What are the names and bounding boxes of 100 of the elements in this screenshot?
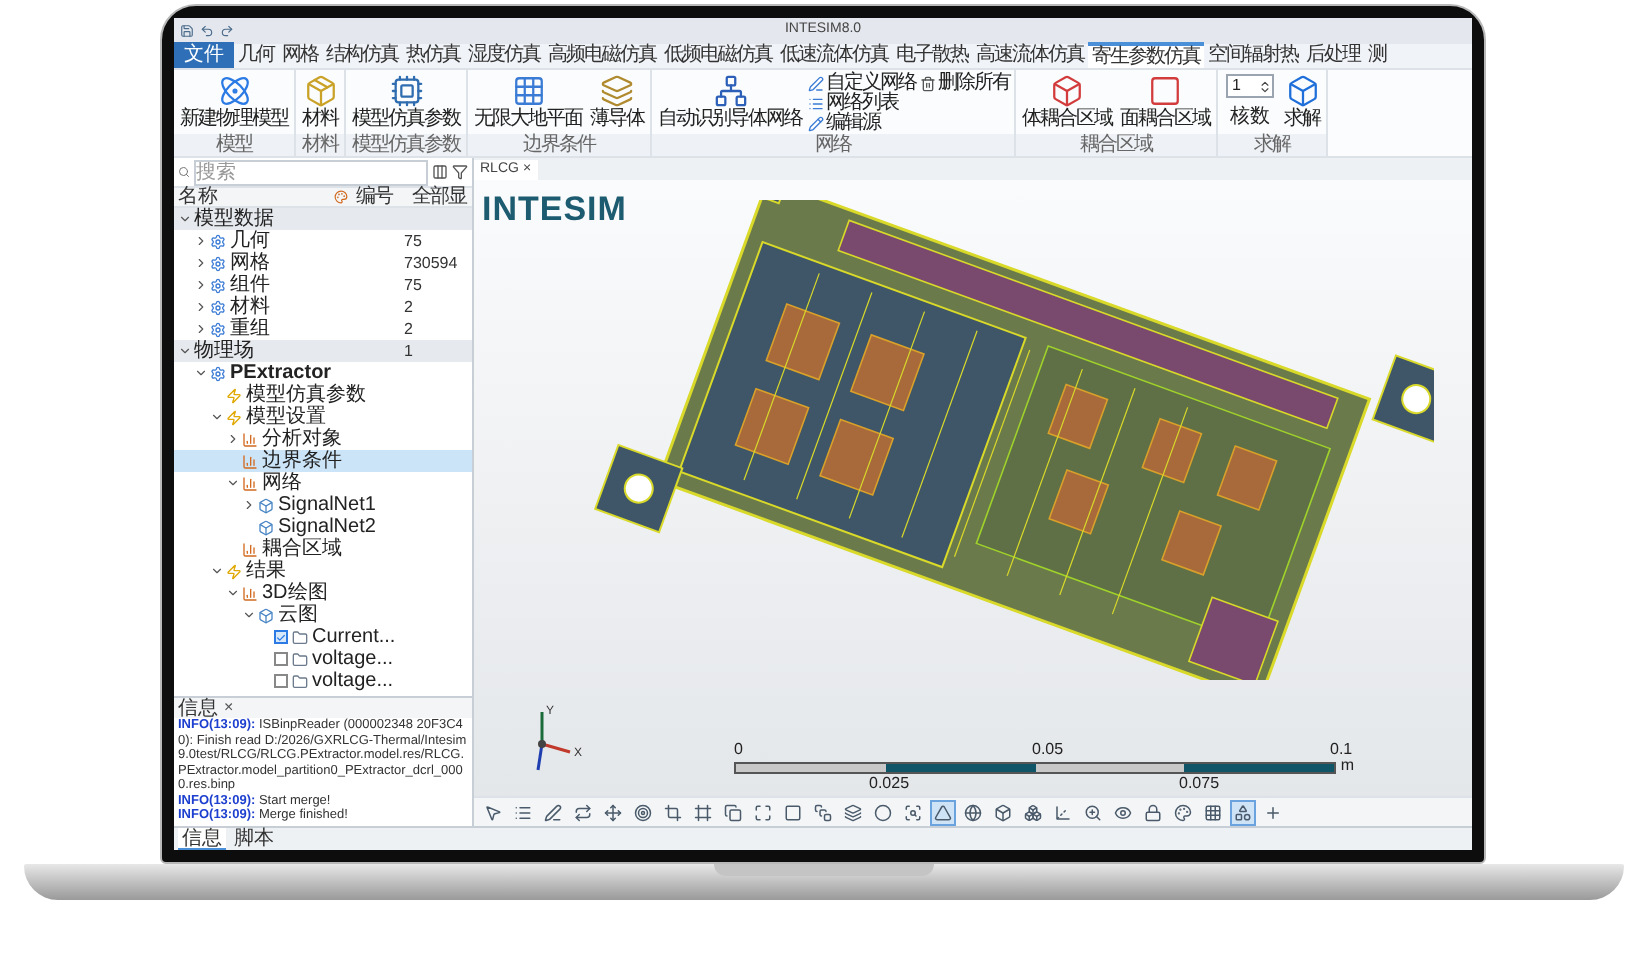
ribbon-tab[interactable]: 高速流体仿真 [972,42,1088,68]
checkbox[interactable] [274,630,288,644]
view-toolbar-button[interactable] [690,799,716,825]
tree-row[interactable]: SignalNet2 [174,516,472,538]
tree-row[interactable]: 边界条件 [174,450,472,472]
view-toolbar-button[interactable] [570,799,596,825]
tree-item-label: Current... [312,626,396,648]
search-field[interactable]: 搜索 [194,159,428,185]
view-toolbar-button[interactable] [1170,799,1196,825]
lightning-icon [226,409,242,425]
axis-triad-icon [536,712,571,771]
move-icon [604,803,622,821]
columns-icon[interactable] [432,164,448,180]
filter-icon[interactable] [452,164,468,180]
tree-row[interactable]: 耦合区域 [174,538,472,560]
tree-row[interactable]: 重组 2 [174,318,472,340]
file-menu-button[interactable]: 文件 [174,42,234,68]
view-toolbar-button[interactable] [660,799,686,825]
tree-item-label: 模型仿真参数 [246,384,366,406]
lightning-icon [226,563,242,579]
view-toolbar-button[interactable] [930,799,956,825]
ribbon-tab[interactable]: 寄生参数仿真 [1088,42,1204,68]
view-toolbar-button[interactable] [540,799,566,825]
tree-value: 1 [404,342,413,360]
ribbon-button[interactable]: 自动识别导体网络 [656,74,804,130]
list-icon [514,803,532,821]
tree-row[interactable]: 模型数据 [174,208,472,230]
tree-row[interactable]: 物理场 1 [174,340,472,362]
ribbon-tab[interactable]: 结构仿真 [322,42,402,68]
ribbon-small-button[interactable]: 编辑源 [808,114,916,134]
tree-row[interactable]: 网格 730594 [174,252,472,274]
checkbox[interactable] [274,674,288,688]
view-toolbar-button[interactable] [1020,799,1046,825]
tree-item-label: 分析对象 [262,428,342,450]
tree-row[interactable]: 组件 75 [174,274,472,296]
ribbon-tab[interactable]: 湿度仿真 [464,42,544,68]
redo-icon[interactable] [220,24,234,38]
ribbon-tab[interactable]: 几何 [234,42,278,68]
ribbon-button[interactable]: 薄导体 [588,74,646,130]
tree-row[interactable]: 模型设置 [174,406,472,428]
cubes-icon [1024,803,1042,821]
tree-item-label: 重组 [230,318,270,340]
pencil-icon [808,116,824,132]
tree-row[interactable]: 分析对象 [174,428,472,450]
ribbon-button[interactable]: 无限大地平面 [472,74,584,130]
ribbon-button[interactable]: 体耦合区域 [1020,74,1114,130]
ribbon-tab[interactable]: 热仿真 [402,42,464,68]
view-toolbar-button[interactable] [810,799,836,825]
ribbon-tab[interactable]: 低速流体仿真 [776,42,892,68]
tree-row[interactable]: PExtractor [174,362,472,384]
ribbon-tab[interactable]: 后处理 [1302,42,1364,68]
ribbon-tab[interactable]: 电子散热 [892,42,972,68]
tree-item-label: 几何 [230,230,270,252]
core-count-field[interactable]: 1 [1226,74,1274,98]
tree-row[interactable]: Current... [174,626,472,648]
tree-row[interactable]: 材料 2 [174,296,472,318]
ribbon-tab[interactable]: 低频电磁仿真 [660,42,776,68]
view-toolbar-button[interactable] [960,799,986,825]
tree-row[interactable]: SignalNet1 [174,494,472,516]
cube-icon [1285,74,1319,108]
tree-row[interactable]: 3D绘图 [174,582,472,604]
folder-icon [292,673,308,689]
panel-tab[interactable]: 信息 [178,828,226,850]
tree-row[interactable]: 结果 [174,560,472,582]
undo-icon[interactable] [200,24,214,38]
ribbon-group-label: 边界条件 [468,134,650,156]
tree-row[interactable]: voltage... [174,648,472,670]
ribbon-small-button[interactable]: 网络列表 [808,94,916,114]
view-toolbar-button[interactable] [720,799,746,825]
ribbon-button[interactable]: 面耦合区域 [1118,74,1212,130]
ribbon-button[interactable]: 新建物理模型 [178,74,290,130]
ribbon-tab[interactable]: 高频电磁仿真 [544,42,660,68]
circle-icon [874,803,892,821]
save-icon[interactable] [180,24,194,38]
ribbon-button[interactable]: 模型仿真参数 [350,74,462,130]
view-toolbar-button[interactable] [600,799,626,825]
view-toolbar-button[interactable] [1230,799,1256,825]
ribbon-button[interactable]: 材料 [300,74,340,130]
ribbon-tab[interactable]: 网格 [278,42,322,68]
tree-row[interactable]: voltage... [174,670,472,692]
ribbon-button[interactable]: 求解 [1282,74,1322,130]
view-toolbar-button[interactable] [870,799,896,825]
close-button[interactable]: × [224,700,234,716]
ribbon-small-button[interactable]: 自定义网络 [808,74,916,94]
view-toolbar-button[interactable] [630,799,656,825]
checkbox[interactable] [274,652,288,666]
tree-row[interactable]: 模型仿真参数 [174,384,472,406]
panel-tab[interactable]: 脚本 [230,828,278,850]
tree-row[interactable]: 网络 [174,472,472,494]
chart-icon [242,453,258,469]
view-toolbar-button[interactable] [840,799,866,825]
view-toolbar-button[interactable] [990,799,1016,825]
tree-row[interactable]: 云图 [174,604,472,626]
tree-row[interactable]: 几何 75 [174,230,472,252]
ribbon-tab[interactable]: 空间辐射热 [1204,42,1302,68]
scan-icon [904,803,922,821]
view-toolbar-button[interactable] [1140,799,1166,825]
ribbon-tab[interactable]: 测 [1364,42,1390,68]
tree-value: 2 [404,320,413,338]
ribbon-small-button[interactable]: 删除所有 [920,74,1010,94]
